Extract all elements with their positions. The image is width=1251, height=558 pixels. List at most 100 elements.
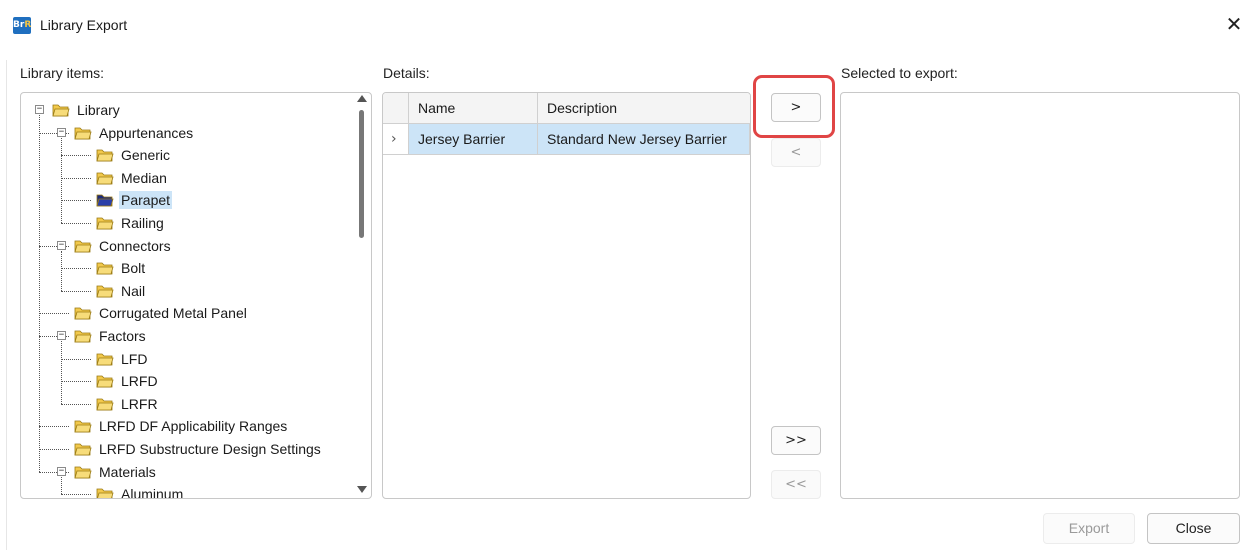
tree-connector (61, 155, 91, 157)
tree-node-label: LRFR (121, 395, 158, 412)
folder-open-icon (74, 463, 92, 478)
folder-icon (96, 395, 114, 411)
tree-connector (61, 223, 91, 224)
add-selected-button[interactable]: > (771, 93, 821, 122)
library-tree[interactable]: Library − Appurtenances − Generic Median Parap… (20, 92, 372, 499)
remove-all-button[interactable]: << (771, 470, 821, 499)
tree-node[interactable]: Generic (96, 144, 172, 166)
tree-connector (61, 268, 91, 270)
table-row-name[interactable]: Jersey Barrier (409, 124, 538, 155)
window-edge (6, 60, 7, 550)
tree-connector (61, 494, 91, 496)
tree-content: Library − Appurtenances − Generic Median Parap… (21, 93, 351, 498)
folder-icon (96, 169, 114, 185)
folder-open-icon (74, 327, 92, 343)
folder-open-icon (74, 124, 92, 139)
tree-node[interactable]: Factors (74, 325, 148, 347)
tree-connector (61, 358, 91, 360)
tree-connector (61, 137, 62, 223)
close-window-icon[interactable]: ✕ (1222, 10, 1246, 38)
folder-icon (96, 214, 114, 230)
collapse-icon[interactable]: − (57, 331, 66, 340)
tree-node-label: Factors (99, 328, 146, 344)
folder-icon (96, 485, 114, 498)
tree-node-label: LRFD DF Applicability Ranges (99, 418, 288, 435)
selected-to-export-label: Selected to export: (841, 65, 958, 81)
tree-node-label: LRFD Substructure Design Settings (99, 441, 321, 457)
details-label: Details: (383, 65, 430, 81)
add-all-button[interactable]: >> (771, 426, 821, 455)
collapse-icon[interactable]: − (57, 127, 66, 137)
tree-connector (61, 476, 62, 495)
tree-node-label: Library (77, 102, 120, 118)
folder-icon (74, 304, 92, 320)
tree-connector (61, 341, 62, 404)
details-grid[interactable]: Name Description › Jersey Barrier Standa… (382, 92, 751, 499)
tree-node-label: Aluminum (121, 486, 184, 498)
folder-icon (96, 372, 114, 388)
tree-node-label: Railing (121, 215, 164, 231)
folder-icon (96, 350, 114, 365)
tree-connector (61, 381, 91, 383)
tree-node-label: Appurtenances (99, 124, 194, 141)
window-title: Library Export (40, 17, 128, 33)
tree-node-label: Nail (121, 282, 146, 299)
tree-connector (39, 426, 69, 428)
tree-connector (61, 403, 91, 405)
folder-icon (96, 146, 114, 162)
row-indicator-icon[interactable]: › (383, 124, 409, 155)
export-button[interactable]: Export (1043, 513, 1135, 544)
tree-node[interactable]: Appurtenances (74, 122, 195, 144)
tree-node-label: LRFD (121, 373, 158, 390)
tree-node-label: Corrugated Metal Panel (99, 305, 247, 322)
folder-icon (96, 259, 114, 275)
scroll-thumb[interactable] (359, 110, 364, 238)
tree-node[interactable]: Railing (96, 212, 166, 234)
collapse-icon[interactable]: − (57, 466, 66, 476)
title-bar: BrR Library Export ✕ (0, 0, 1251, 50)
folder-icon (74, 417, 92, 433)
column-header-description[interactable]: Description (538, 93, 750, 124)
tree-node[interactable]: LRFD (96, 370, 160, 392)
tree-node[interactable]: LFD (96, 348, 149, 370)
folder-icon (96, 282, 114, 298)
tree-node-label: Materials (99, 463, 156, 480)
tree-node[interactable]: Nail (96, 280, 147, 302)
tree-node[interactable]: Materials (74, 461, 158, 483)
tree-node[interactable]: Library (52, 99, 122, 121)
tree-node[interactable]: Bolt (96, 257, 147, 279)
tree-connector (39, 115, 40, 472)
tree-node[interactable]: Aluminum (96, 483, 185, 498)
tree-node-label: Median (121, 169, 167, 186)
tree-node[interactable]: Connectors (74, 235, 173, 257)
collapse-icon[interactable]: − (57, 240, 66, 250)
folder-icon (96, 191, 114, 207)
selected-to-export-list[interactable] (840, 92, 1240, 499)
tree-connector (61, 250, 62, 291)
close-button[interactable]: Close (1147, 513, 1240, 544)
tree-node-label: LFD (121, 350, 148, 367)
folder-icon (74, 440, 92, 456)
folder-open-icon (74, 237, 92, 252)
scroll-up-icon[interactable] (357, 95, 367, 102)
tree-connector (39, 313, 69, 315)
tree-node[interactable]: LRFD DF Applicability Ranges (74, 415, 289, 437)
tree-connector (61, 200, 91, 202)
tree-node[interactable]: Parapet (96, 189, 173, 211)
app-logo-icon: BrR (13, 17, 31, 34)
tree-connector (61, 290, 91, 292)
tree-node-label: Generic (121, 147, 171, 164)
scroll-down-icon[interactable] (357, 486, 367, 493)
tree-scrollbar[interactable] (354, 93, 370, 497)
tree-node[interactable]: Median (96, 167, 169, 189)
tree-node[interactable]: Corrugated Metal Panel (74, 302, 249, 324)
tree-connector (39, 449, 69, 450)
column-header-name[interactable]: Name (409, 93, 538, 124)
remove-selected-button[interactable]: < (771, 138, 821, 167)
library-items-label: Library items: (20, 65, 105, 81)
table-row-description[interactable]: Standard New Jersey Barrier (538, 124, 750, 155)
folder-open-icon (52, 101, 70, 117)
tree-node[interactable]: LRFR (96, 393, 160, 415)
tree-node[interactable]: LRFD Substructure Design Settings (74, 438, 323, 460)
collapse-icon[interactable]: − (35, 105, 44, 114)
